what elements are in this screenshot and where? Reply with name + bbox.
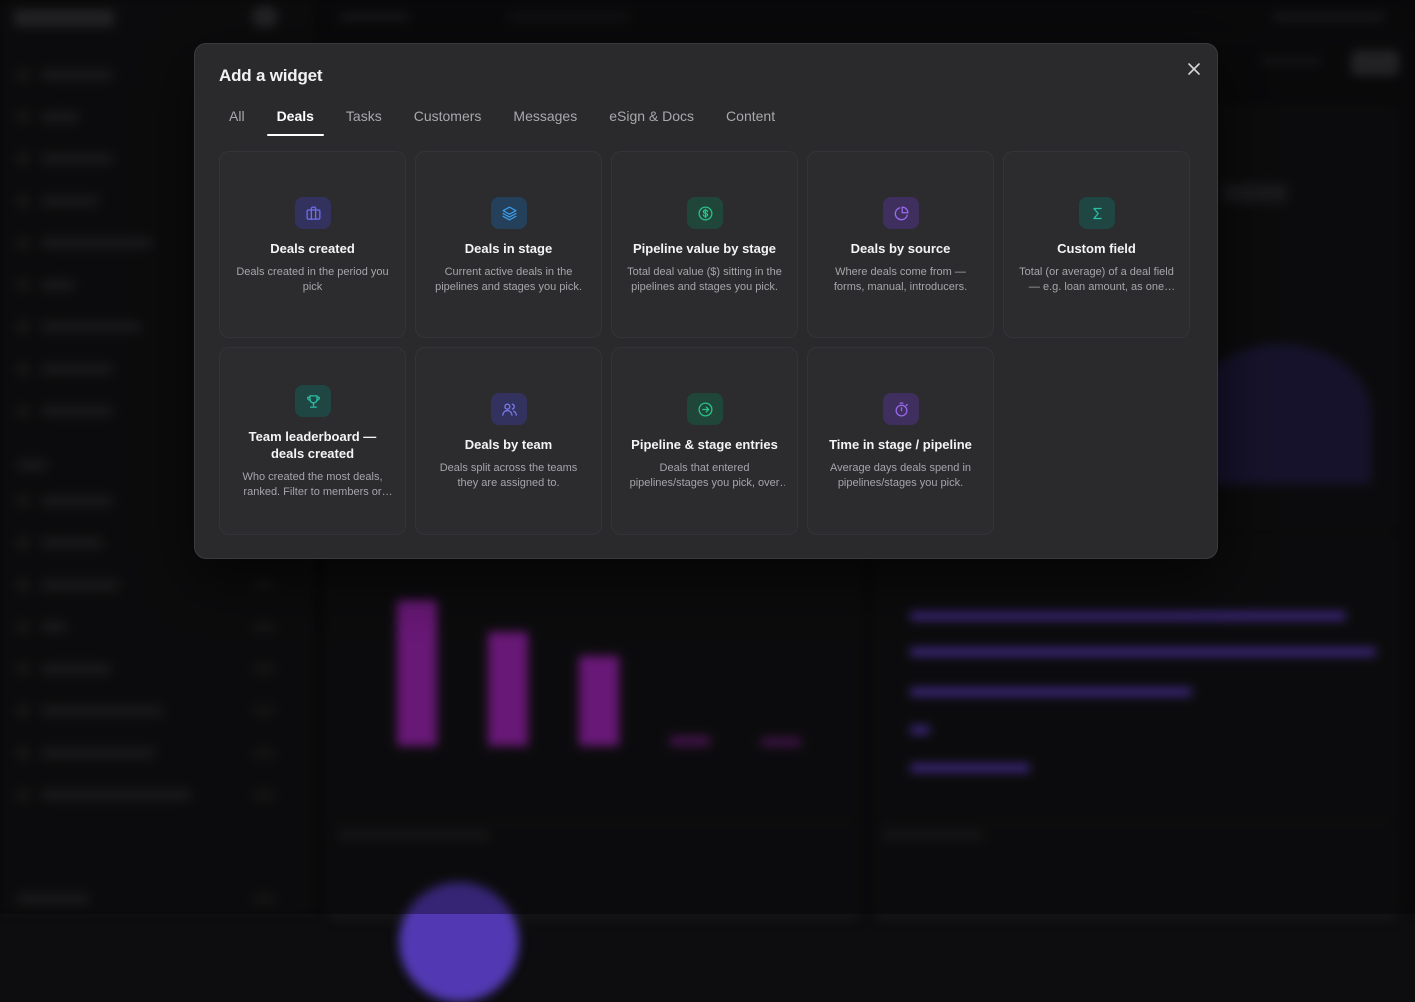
- widget-card-deals-created[interactable]: Deals created Deals created in the perio…: [219, 151, 406, 338]
- tab-esign-docs[interactable]: eSign & Docs: [599, 102, 704, 136]
- tab-customers[interactable]: Customers: [404, 102, 492, 136]
- widget-description: Average days deals spend in pipelines/st…: [829, 462, 972, 489]
- widget-title: Time in stage / pipeline: [829, 437, 972, 452]
- widget-title: Team leaderboard — deals created: [248, 429, 377, 461]
- widget-card-pipeline-stage-entries[interactable]: Pipeline & stage entries Deals that ente…: [611, 347, 798, 535]
- widget-card-deals-by-source[interactable]: Deals by source Where deals come from — …: [807, 151, 994, 338]
- widget-title: Custom field: [1057, 241, 1136, 256]
- stopwatch-icon: [883, 393, 919, 425]
- pie-chart-icon: [883, 197, 919, 229]
- widget-card-pipeline-value-by-stage[interactable]: Pipeline value by stage Total deal value…: [611, 151, 798, 338]
- widget-description: Deals that entered pipelines/stages you …: [629, 462, 780, 489]
- widget-card-custom-field[interactable]: Custom field Total (or average) of a dea…: [1003, 151, 1190, 338]
- arrow-circle-icon: [687, 393, 723, 425]
- widget-title: Deals by source: [850, 241, 951, 256]
- widget-card-deals-by-team[interactable]: Deals by team Deals split across the tea…: [415, 347, 602, 535]
- close-icon: [1188, 63, 1200, 75]
- tab-tasks[interactable]: Tasks: [336, 102, 392, 136]
- widget-category-tabs: All Deals Tasks Customers Messages eSign…: [219, 102, 797, 136]
- modal-title: Add a widget: [219, 66, 323, 85]
- widget-card-team-leaderboard[interactable]: Team leaderboard — deals created Who cre…: [219, 347, 406, 535]
- add-widget-modal: Add a widget All Deals Tasks Customers M…: [194, 43, 1218, 559]
- layers-icon: [491, 197, 527, 229]
- briefcase-icon: [295, 197, 331, 229]
- widget-description: Total deal value ($) sitting in the pipe…: [627, 266, 782, 293]
- widget-description: Deals created in the period you pick: [236, 266, 389, 293]
- tab-all[interactable]: All: [219, 102, 255, 136]
- close-button[interactable]: [1183, 58, 1205, 80]
- trophy-icon: [295, 385, 331, 417]
- widget-card-time-in-stage[interactable]: Time in stage / pipeline Average days de…: [807, 347, 994, 535]
- widget-title: Deals in stage: [464, 241, 553, 256]
- widget-description: Where deals come from — forms, manual, i…: [833, 266, 968, 293]
- tab-content[interactable]: Content: [716, 102, 785, 136]
- sigma-icon: [1079, 197, 1115, 229]
- tab-deals[interactable]: Deals: [266, 102, 325, 136]
- widget-title: Pipeline & stage entries: [631, 437, 778, 452]
- widget-description: Who created the most deals, ranked. Filt…: [242, 471, 383, 498]
- widget-title: Deals created: [270, 241, 355, 256]
- users-icon: [491, 393, 527, 425]
- widget-description: Current active deals in the pipelines an…: [435, 266, 582, 293]
- widget-card-deals-in-stage[interactable]: Deals in stage Current active deals in t…: [415, 151, 602, 338]
- widget-description: Total (or average) of a deal field — e.g…: [1019, 266, 1174, 293]
- widget-title: Pipeline value by stage: [632, 241, 777, 256]
- widget-description: Deals split across the teams they are as…: [439, 462, 578, 489]
- tab-messages[interactable]: Messages: [503, 102, 587, 136]
- widget-title: Deals by team: [464, 437, 553, 452]
- dollar-circle-icon: [687, 197, 723, 229]
